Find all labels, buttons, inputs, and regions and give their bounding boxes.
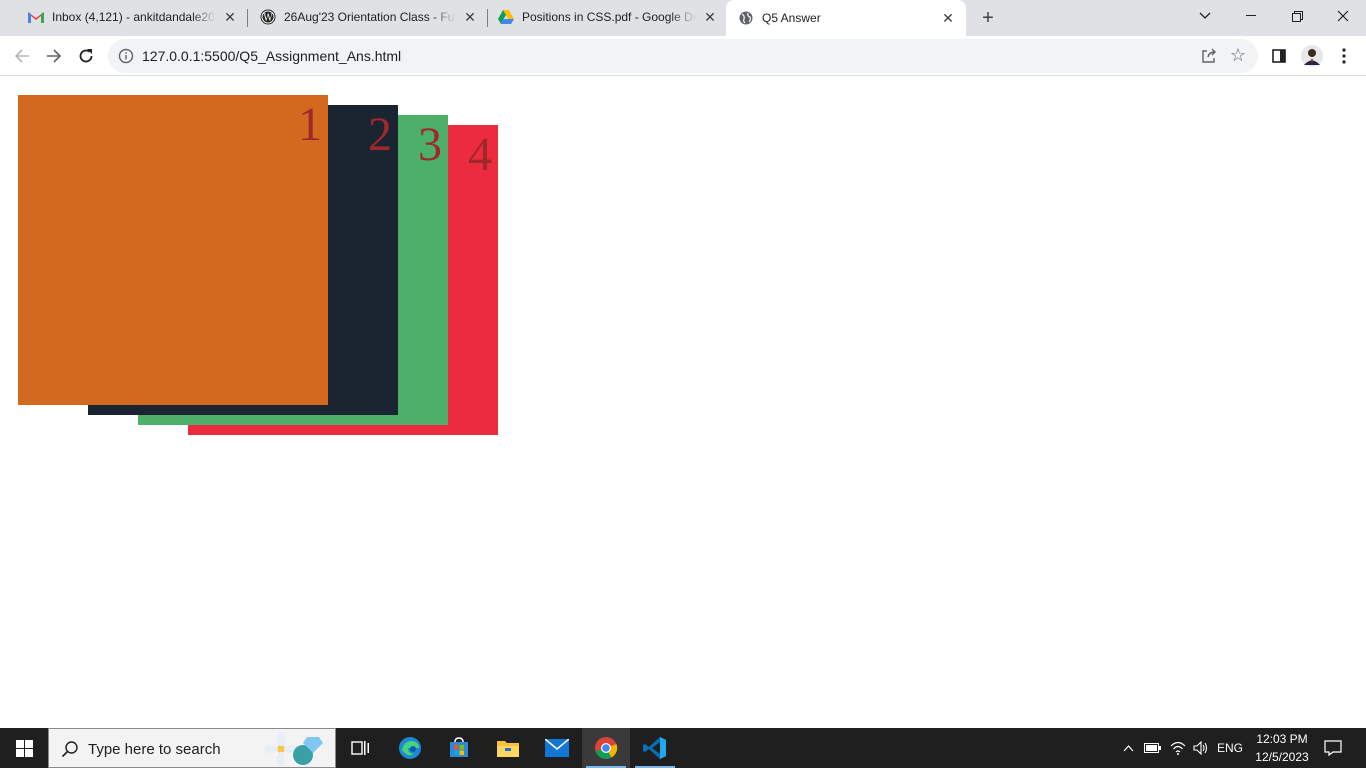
box-number: 2 [368,108,392,161]
box-number: 1 [298,98,322,151]
menu-kebab-icon[interactable] [1332,44,1356,68]
search-highlight-flower-icon [263,731,329,767]
notification-center-icon[interactable] [1318,728,1348,768]
gmail-icon [28,9,44,25]
url-text[interactable]: 127.0.0.1:5500/Q5_Assignment_Ans.html [142,48,401,64]
tab-strip: Inbox (4,121) - ankitdandale2000 ✕ W 26A… [0,0,1366,36]
tab-title: Q5 Answer [762,11,821,25]
tab-title: 26Aug'23 Orientation Class - Full [284,10,456,24]
wifi-icon[interactable] [1167,728,1189,768]
tab-title: Positions in CSS.pdf - Google Drive [522,10,696,24]
restore-icon[interactable] [1274,0,1320,32]
edge-icon[interactable] [386,728,434,768]
search-icon [61,740,79,758]
taskbar-search-box[interactable]: Type here to search [48,728,336,768]
tab-q5-answer[interactable]: Q5 Answer ✕ [726,0,966,36]
page-viewport: 1 2 3 4 [0,77,1366,728]
share-icon[interactable] [1200,47,1218,65]
file-explorer-icon[interactable] [484,728,532,768]
reload-icon[interactable] [72,42,100,70]
mail-icon[interactable] [533,728,581,768]
svg-text:W: W [263,14,273,24]
globe-icon [738,10,754,26]
profile-avatar[interactable] [1300,44,1324,68]
bookmark-star-icon[interactable]: ☆ [1228,45,1248,65]
tab-orientation[interactable]: W 26Aug'23 Orientation Class - Full ✕ [248,0,486,34]
close-tab-icon[interactable]: ✕ [702,9,718,25]
clock-date: 12/5/2023 [1255,750,1309,764]
clock-time: 12:03 PM [1256,732,1308,746]
address-bar[interactable]: 127.0.0.1:5500/Q5_Assignment_Ans.html ☆ [108,39,1258,73]
tab-search-chevron-icon[interactable] [1182,0,1228,32]
show-hidden-icons-chevron-icon[interactable] [1118,728,1138,768]
close-tab-icon[interactable]: ✕ [940,10,956,26]
language-indicator[interactable]: ENG [1214,728,1246,768]
back-arrow-icon[interactable] [8,42,36,70]
minimize-icon[interactable] [1228,0,1274,32]
side-panel-icon[interactable] [1267,44,1291,68]
search-placeholder: Type here to search [88,741,221,758]
close-tab-icon[interactable]: ✕ [462,9,478,25]
store-icon[interactable] [435,728,483,768]
clock[interactable]: 12:03 PM 12/5/2023 [1250,730,1314,766]
battery-icon[interactable] [1142,728,1164,768]
close-window-icon[interactable] [1320,0,1366,32]
task-view-icon[interactable] [336,728,384,768]
box-number: 4 [468,128,492,181]
new-tab-button[interactable]: + [976,6,1000,30]
tab-google-drive[interactable]: Positions in CSS.pdf - Google Drive ✕ [488,0,726,34]
chrome-icon[interactable] [582,728,630,768]
forward-arrow-icon[interactable] [40,42,68,70]
tab-gmail[interactable]: Inbox (4,121) - ankitdandale2000 ✕ [8,0,246,34]
site-info-icon[interactable] [118,48,134,64]
wordpress-icon: W [260,9,276,25]
browser-toolbar: 127.0.0.1:5500/Q5_Assignment_Ans.html ☆ [0,36,1366,76]
volume-icon[interactable] [1190,728,1212,768]
vscode-icon[interactable] [631,728,679,768]
google-drive-icon [498,9,514,25]
tab-title: Inbox (4,121) - ankitdandale2000 [52,10,216,24]
windows-start-icon[interactable] [0,728,48,768]
box-1: 1 [18,95,328,405]
windows-taskbar: Type here to search ENG 12:03 PM 12/5/20… [0,728,1366,768]
box-number: 3 [418,118,442,171]
close-tab-icon[interactable]: ✕ [222,9,238,25]
